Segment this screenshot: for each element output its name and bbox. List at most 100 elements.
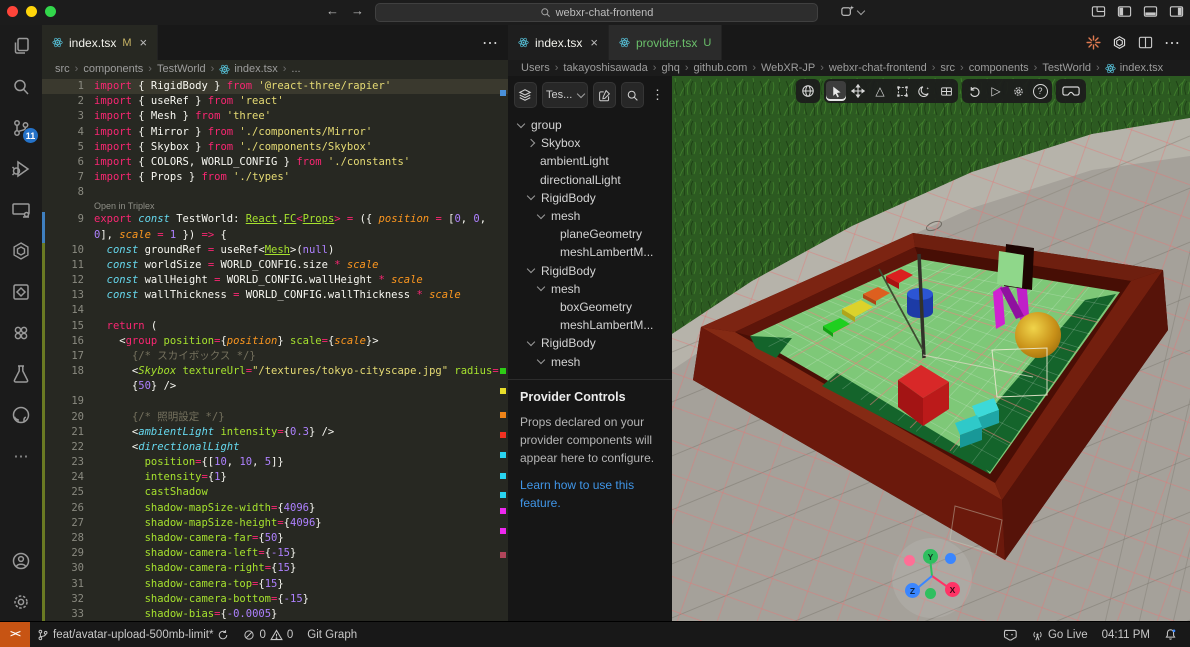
tab-index-tsx[interactable]: index.tsx M × [42, 25, 158, 60]
play-tool[interactable]: ▷ [986, 81, 1006, 101]
github-icon[interactable] [0, 394, 42, 435]
scale-tool[interactable]: △ [870, 81, 890, 101]
close-window-button[interactable] [7, 6, 18, 17]
layers-button[interactable] [514, 82, 537, 108]
tree-item-rigidbody[interactable]: RigidBody [508, 334, 672, 352]
breadcrumb-item[interactable]: components [83, 63, 143, 75]
breadcrumb[interactable]: Users›takayoshisawada›ghq›github.com›Web… [508, 60, 1190, 76]
code-row[interactable]: 23 position={[10, 10, 5]} [42, 455, 508, 470]
code-row[interactable]: 1import { RigidBody } from '@react-three… [42, 79, 508, 94]
openai-extension-icon[interactable] [0, 230, 42, 271]
code-row[interactable]: 30 shadow-camera-right={15} [42, 561, 508, 576]
panel-more-icon[interactable]: ⋮ [649, 87, 666, 103]
search-scene-button[interactable] [621, 82, 644, 108]
code-row[interactable]: 12 const wallHeight = WORLD_CONFIG.wallH… [42, 273, 508, 288]
translate-tool[interactable] [848, 81, 868, 101]
tree-item-rigidbody[interactable]: RigidBody [508, 189, 672, 207]
minimize-window-button[interactable] [26, 6, 37, 17]
undo-tool[interactable] [964, 81, 984, 101]
chevron-down-icon[interactable] [527, 265, 535, 273]
gizmo-neg-z-axis[interactable] [945, 553, 956, 564]
breadcrumb-item[interactable]: github.com [694, 62, 748, 74]
code-row[interactable]: 20 {/* 照明設定 */} [42, 410, 508, 425]
close-tab-icon[interactable]: × [590, 35, 598, 50]
gizmo-neg-x-axis[interactable] [904, 555, 915, 566]
code-row[interactable]: 3import { Mesh } from 'three' [42, 109, 508, 124]
code-row[interactable]: 2import { useRef } from 'react' [42, 94, 508, 109]
edit-code-button[interactable] [593, 82, 616, 108]
code-row[interactable]: 16 <group position={position} scale={sca… [42, 334, 508, 349]
breadcrumb[interactable]: src›components›TestWorld›index.tsx›... [42, 60, 508, 78]
tree-item-ambientlight[interactable]: ambientLight [508, 152, 672, 170]
claude-starburst-icon[interactable] [1086, 35, 1101, 50]
chevron-down-icon[interactable] [517, 119, 525, 127]
copilot-status[interactable] [995, 622, 1024, 647]
tree-item-rigidbody[interactable]: RigidBody [508, 262, 672, 280]
testing-beaker-icon[interactable] [0, 353, 42, 394]
breadcrumb-item[interactable]: ghq [661, 62, 679, 74]
code-editor[interactable]: 1import { RigidBody } from '@react-three… [42, 78, 508, 622]
code-row[interactable]: 15 return ( [42, 319, 508, 334]
code-row[interactable]: 0], scale = 1 }) => { [42, 228, 508, 243]
source-control-icon[interactable]: 11 [0, 107, 42, 148]
breadcrumb-item[interactable]: Users [521, 62, 550, 74]
nav-back-icon[interactable]: ← [326, 3, 339, 18]
code-row[interactable]: 7import { Props } from './types' [42, 170, 508, 185]
lighting-moon-tool[interactable] [914, 81, 934, 101]
account-icon[interactable] [0, 540, 42, 581]
code-row[interactable]: 11 const worldSize = WORLD_CONFIG.size *… [42, 258, 508, 273]
code-row[interactable]: 27 shadow-mapSize-height={4096} [42, 516, 508, 531]
tab-provider-tsx[interactable]: provider.tsx U [609, 25, 722, 60]
toggle-panel-icon[interactable] [1143, 4, 1158, 19]
code-row[interactable]: 5import { Skybox } from './components/Sk… [42, 140, 508, 155]
figma-extension-icon[interactable] [0, 312, 42, 353]
tree-item-meshlambertm[interactable]: meshLambertM... [508, 243, 672, 261]
openai-icon[interactable] [1112, 35, 1127, 50]
3d-viewport[interactable]: △ ▷ ? [672, 76, 1190, 622]
triplex-extension-icon[interactable] [0, 271, 42, 312]
toggle-secondary-sidebar-icon[interactable] [1169, 4, 1184, 19]
code-row[interactable]: 22 <directionalLight [42, 440, 508, 455]
tree-item-mesh[interactable]: mesh [508, 280, 672, 298]
tree-item-group[interactable]: group [508, 116, 672, 134]
problems-status[interactable]: 0 0 [236, 622, 300, 647]
search-icon[interactable] [0, 66, 42, 107]
code-row[interactable]: 13 const wallThickness = WORLD_CONFIG.wa… [42, 288, 508, 303]
tree-item-meshlambertm[interactable]: meshLambertM... [508, 316, 672, 334]
chevron-down-icon[interactable] [537, 283, 545, 291]
component-selector-dropdown[interactable]: Tes... [542, 82, 589, 108]
breadcrumb-item[interactable]: src [940, 62, 955, 74]
tree-item-skybox[interactable]: Skybox [508, 134, 672, 152]
code-row[interactable]: 8 [42, 185, 508, 200]
breadcrumb-item[interactable]: src [55, 63, 70, 75]
breadcrumb-item[interactable]: TestWorld [1042, 62, 1091, 74]
code-row[interactable]: 29 shadow-camera-left={-15} [42, 546, 508, 561]
code-row[interactable]: 17 {/* スカイボックス */} [42, 349, 508, 364]
notifications-bell[interactable] [1157, 622, 1184, 647]
overview-ruler[interactable] [498, 78, 508, 622]
gizmo-y-axis[interactable]: Y [923, 549, 938, 564]
breadcrumb-item[interactable]: TestWorld [157, 63, 206, 75]
code-row[interactable]: 32 shadow-camera-bottom={-15} [42, 592, 508, 607]
orientation-gizmo[interactable]: Y X Z [884, 532, 980, 622]
breadcrumb-item[interactable]: components [969, 62, 1029, 74]
toggle-sidebar-icon[interactable] [1117, 4, 1132, 19]
code-row[interactable]: 28 shadow-camera-far={50} [42, 531, 508, 546]
code-row[interactable]: 26 shadow-mapSize-width={4096} [42, 501, 508, 516]
chevron-right-icon[interactable] [527, 139, 535, 147]
camera-panel-tool[interactable] [936, 81, 956, 101]
gizmo-neg-y-axis[interactable] [925, 588, 936, 599]
chevron-down-icon[interactable] [527, 338, 535, 346]
nav-forward-icon[interactable]: → [351, 3, 364, 18]
breadcrumb-item[interactable]: ... [291, 63, 300, 75]
code-row[interactable]: 33 shadow-bias={-0.0005} [42, 607, 508, 622]
code-row[interactable]: 6import { COLORS, WORLD_CONFIG } from '.… [42, 155, 508, 170]
learn-feature-link[interactable]: Learn how to use this feature. [520, 478, 634, 510]
code-row[interactable]: 21 <ambientLight intensity={0.3} /> [42, 425, 508, 440]
select-tool[interactable] [826, 81, 846, 101]
settings-gear-icon[interactable] [0, 581, 42, 622]
more-views-icon[interactable]: ⋯ [0, 435, 42, 476]
gizmo-x-axis[interactable]: X [945, 582, 960, 597]
breadcrumb-item[interactable]: WebXR-JP [761, 62, 815, 74]
run-debug-icon[interactable] [0, 148, 42, 189]
